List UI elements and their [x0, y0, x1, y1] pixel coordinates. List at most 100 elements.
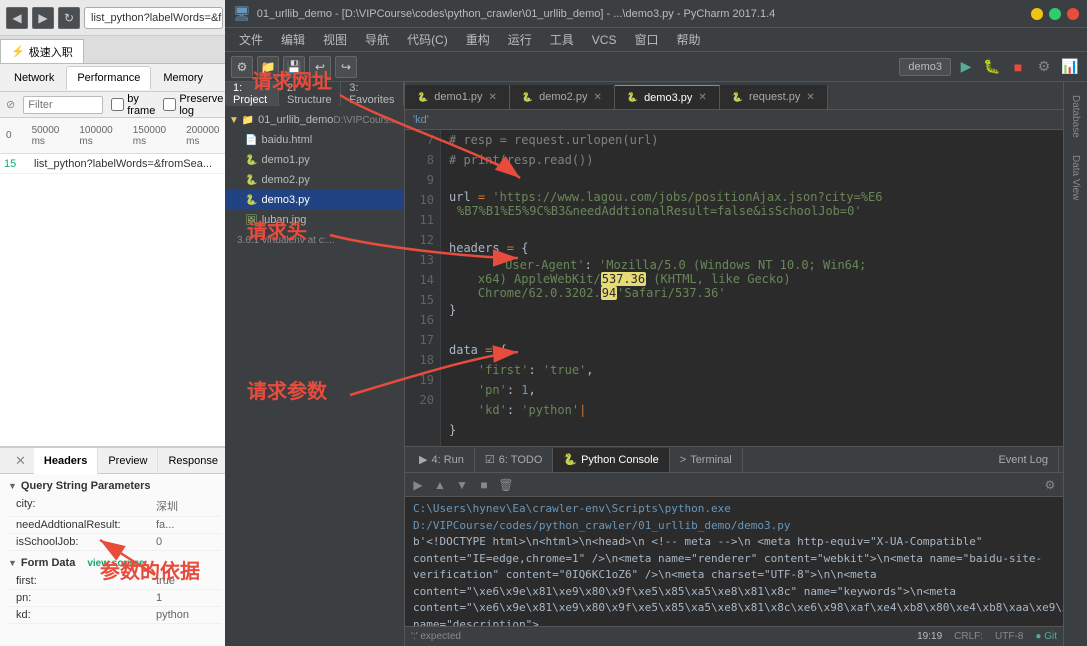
- output-line-1: C:\Users\hynev\Ea\crawler-env\Scripts\py…: [413, 501, 1055, 534]
- tree-item-luban[interactable]: 🖼 luban.jpg: [225, 210, 404, 230]
- param-val-city: 深圳: [156, 498, 178, 514]
- menu-tools[interactable]: 工具: [542, 29, 582, 50]
- by-frame-checkbox[interactable]: by frame: [111, 93, 155, 117]
- menu-help[interactable]: 帮助: [668, 29, 708, 50]
- bottom-tab-event-log[interactable]: Event Log: [988, 448, 1059, 472]
- menu-run[interactable]: 运行: [500, 29, 540, 50]
- timeline-150k: 150000 ms: [133, 125, 166, 147]
- bottom-down-btn[interactable]: ▼: [453, 476, 471, 494]
- toolbar-redo-btn[interactable]: ↪: [335, 56, 357, 78]
- tree-root-folder[interactable]: ▼ 📁 01_urllib_demo D:\VIPCours...: [225, 110, 404, 130]
- detail-tab-response[interactable]: Response: [158, 448, 229, 474]
- menu-file[interactable]: 文件: [231, 29, 271, 50]
- browser-refresh-btn[interactable]: ↻: [58, 7, 80, 29]
- bottom-settings-btn[interactable]: ⚙: [1041, 476, 1059, 494]
- run-btn[interactable]: ▶: [955, 56, 977, 78]
- preserve-log-checkbox[interactable]: Preserve log: [163, 93, 223, 117]
- param-val-pn: 1: [156, 592, 162, 604]
- tree-item-demo1[interactable]: 🐍 demo1.py: [225, 150, 404, 170]
- bottom-tab-terminal[interactable]: > Terminal: [670, 448, 743, 472]
- file-baidu: baidu.html: [261, 134, 312, 146]
- debug-btn[interactable]: 🐛: [981, 56, 1003, 78]
- view-source-link[interactable]: view source: [87, 558, 144, 569]
- tree-item-demo2[interactable]: 🐍 demo2.py: [225, 170, 404, 190]
- bottom-up-btn[interactable]: ▲: [431, 476, 449, 494]
- menu-edit[interactable]: 编辑: [273, 29, 313, 50]
- tab-close-demo3[interactable]: ✕: [698, 92, 706, 103]
- devtab-performance[interactable]: Performance: [66, 66, 151, 90]
- run-tab-label: 4: Run: [431, 454, 463, 466]
- proj-tab-structure[interactable]: 2: Structure: [279, 82, 341, 106]
- menu-code[interactable]: 代码(C): [399, 29, 456, 50]
- tree-item-baidu[interactable]: 📄 baidu.html: [225, 130, 404, 150]
- browser-toolbar: ◀ ▶ ↻ list_python?labelWords=&fromSea...: [0, 0, 229, 36]
- project-tree[interactable]: ▼ 📁 01_urllib_demo D:\VIPCours... 📄 baid…: [225, 106, 404, 646]
- window-minimize-btn[interactable]: [1031, 8, 1043, 20]
- network-row[interactable]: 15 list_python?labelWords=&fromSea...: [0, 154, 229, 174]
- browser-tab-active[interactable]: ⚡ 极速入职: [0, 39, 84, 63]
- tab-close-request[interactable]: ✕: [806, 92, 814, 103]
- tab-close-demo2[interactable]: ✕: [593, 92, 601, 103]
- img-file-icon: 🖼: [245, 215, 258, 226]
- build-btn[interactable]: ⚙: [1033, 56, 1055, 78]
- breadcrumb-text: 'kd': [413, 114, 429, 126]
- detail-close-btn[interactable]: ✕: [7, 453, 34, 469]
- by-frame-check[interactable]: [111, 98, 124, 111]
- network-list[interactable]: 15 list_python?labelWords=&fromSea...: [0, 154, 229, 446]
- param-key-pn: pn:: [16, 592, 156, 604]
- detail-tab-headers[interactable]: Headers: [34, 448, 98, 474]
- menu-navigate[interactable]: 导航: [357, 29, 397, 50]
- preserve-log-check[interactable]: [163, 98, 176, 111]
- bottom-tab-run[interactable]: ▶ 4: Run: [409, 448, 475, 472]
- run-config-name[interactable]: demo3: [899, 58, 951, 76]
- browser-back-btn[interactable]: ◀: [6, 7, 28, 29]
- proj-tab-favorites[interactable]: 3: Favorites: [341, 82, 404, 106]
- bottom-tab-python-console[interactable]: 🐍 Python Console: [553, 448, 669, 472]
- detail-tab-preview[interactable]: Preview: [98, 448, 158, 474]
- toolbar-save-btn[interactable]: 💾: [283, 56, 305, 78]
- param-key-needadd: needAddtionalResult:: [16, 519, 156, 531]
- side-tabs: Database Data View: [1063, 82, 1087, 646]
- side-tab-data-view[interactable]: Data View: [1066, 148, 1086, 208]
- tree-item-demo3[interactable]: 🐍 demo3.py: [225, 190, 404, 210]
- menu-refactor[interactable]: 重构: [458, 29, 498, 50]
- coverage-btn[interactable]: 📊: [1059, 56, 1081, 78]
- menu-view[interactable]: 视图: [315, 29, 355, 50]
- toolbar-folder-btn[interactable]: 📁: [257, 56, 279, 78]
- menu-vcs[interactable]: VCS: [584, 31, 625, 49]
- code-content[interactable]: # resp = request.urlopen(url) # print(re…: [441, 130, 1063, 446]
- browser-forward-btn[interactable]: ▶: [32, 7, 54, 29]
- devtools-panel: Network Performance Memory ⊘ by frame Pr…: [0, 64, 229, 646]
- tree-item-venv[interactable]: 3.6.1 virtualenv at c:...: [225, 230, 404, 250]
- editor-tab-request[interactable]: 🐍 request.py ✕: [720, 85, 828, 109]
- window-close-btn[interactable]: [1067, 8, 1079, 20]
- pycharm-menubar: 文件 编辑 视图 导航 代码(C) 重构 运行 工具 VCS 窗口 帮助: [225, 28, 1087, 52]
- preserve-log-label: Preserve log: [179, 93, 223, 117]
- bottom-tab-todo[interactable]: ☑ 6: TODO: [475, 448, 553, 472]
- editor-tab-demo1[interactable]: 🐍 demo1.py ✕: [405, 85, 510, 109]
- editor-tab-demo2[interactable]: 🐍 demo2.py ✕: [510, 85, 615, 109]
- param-val-kd: python: [156, 609, 189, 621]
- editor-tab-demo3[interactable]: 🐍 demo3.py ✕: [615, 85, 720, 109]
- param-key-first: first:: [16, 575, 156, 587]
- line-9: 9: [405, 170, 440, 190]
- form-data-title: Form Data view source: [8, 557, 221, 569]
- window-maximize-btn[interactable]: [1049, 8, 1061, 20]
- code-editor[interactable]: 7 8 9 10 11 12 13 14 15 16 17 18 19 20: [405, 130, 1063, 446]
- filter-input[interactable]: [23, 96, 103, 114]
- devtab-memory[interactable]: Memory: [153, 66, 213, 90]
- bottom-run-btn[interactable]: ▶: [409, 476, 427, 494]
- toolbar-settings-btn[interactable]: ⚙: [231, 56, 253, 78]
- param-key-schooljob: isSchoolJob:: [16, 536, 156, 548]
- side-tab-database[interactable]: Database: [1066, 86, 1086, 146]
- menu-window[interactable]: 窗口: [626, 29, 666, 50]
- proj-tab-project[interactable]: 1: Project: [225, 82, 279, 106]
- bottom-stop-btn[interactable]: ■: [475, 476, 493, 494]
- code-line-12: headers = {: [449, 238, 1055, 258]
- tab-close-demo1[interactable]: ✕: [489, 92, 497, 103]
- bottom-clear-btn[interactable]: 🗑: [497, 476, 515, 494]
- toolbar-undo-btn[interactable]: ↩: [309, 56, 331, 78]
- browser-url-bar[interactable]: list_python?labelWords=&fromSea...: [84, 7, 223, 29]
- devtab-network[interactable]: Network: [4, 66, 64, 90]
- stop-btn[interactable]: ■: [1007, 56, 1029, 78]
